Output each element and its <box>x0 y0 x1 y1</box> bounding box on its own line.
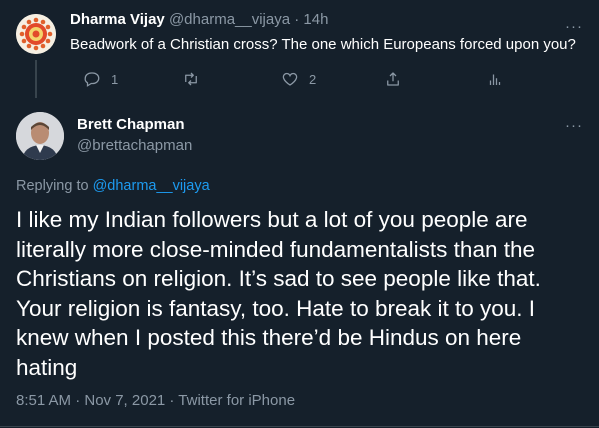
heart-icon <box>282 72 298 86</box>
reply-timestamp[interactable]: 14h <box>303 11 328 28</box>
main-author-handle[interactable]: @brettachapman <box>77 137 192 154</box>
comment-icon <box>84 72 100 87</box>
reply-author-avatar[interactable] <box>16 14 56 54</box>
like-button[interactable]: 2 <box>281 68 316 90</box>
retweet-button[interactable] <box>182 68 210 90</box>
replying-to-link[interactable]: @dharma__vijaya <box>93 178 210 194</box>
tweet-metadata[interactable]: 8:51 AM · Nov 7, 2021 · Twitter for iPho… <box>16 392 295 409</box>
reply-author-name[interactable]: Dharma Vijay <box>70 11 165 28</box>
dharma-emblem-icon <box>16 14 56 54</box>
like-count: 2 <box>309 71 317 87</box>
replying-to-label: Replying to <box>16 178 89 194</box>
reply-count: 1 <box>111 71 119 87</box>
thread-connector-line <box>35 60 37 98</box>
main-more-button[interactable]: ··· <box>565 118 583 133</box>
reply-tweet-text: Beadwork of a Christian cross? The one w… <box>70 36 576 53</box>
share-button[interactable] <box>384 68 402 90</box>
analytics-icon <box>489 74 501 85</box>
reply-more-button[interactable]: ··· <box>565 19 583 34</box>
main-tweet-text: I like my Indian followers but a lot of … <box>16 207 541 380</box>
replying-to-line: Replying to @dharma__vijaya <box>16 178 210 194</box>
reply-author-handle[interactable]: @dharma__vijaya <box>169 11 290 28</box>
retweet-icon <box>185 72 197 86</box>
analytics-button[interactable] <box>486 68 504 90</box>
share-icon <box>387 72 399 86</box>
dot-separator: · <box>294 11 300 28</box>
main-author-avatar[interactable] <box>16 112 64 160</box>
main-author-name[interactable]: Brett Chapman <box>77 116 185 133</box>
profile-photo-icon <box>16 112 64 160</box>
reply-header: Dharma Vijay @dharma__vijaya · 14h <box>70 11 328 28</box>
bottom-divider <box>0 426 599 427</box>
reply-button[interactable]: 1 <box>83 68 118 90</box>
